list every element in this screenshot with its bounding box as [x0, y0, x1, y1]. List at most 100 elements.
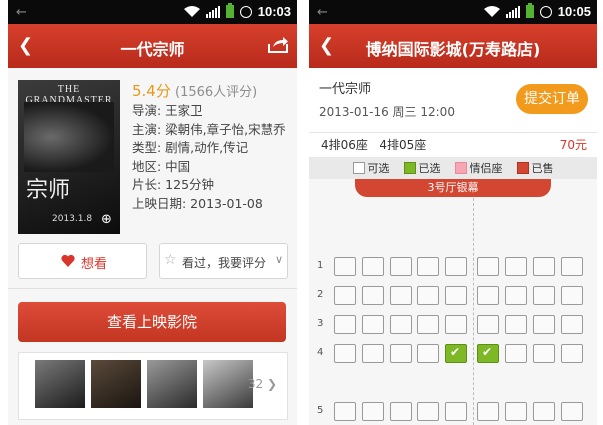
wifi-icon [483, 6, 500, 17]
showtime: 2013-01-16 周三 12:00 [319, 105, 455, 119]
selected-seats: 4排06座 4排05座 [321, 138, 427, 152]
seat[interactable] [334, 257, 356, 276]
seat[interactable] [505, 402, 527, 421]
seat[interactable] [390, 402, 412, 421]
want-to-see-button[interactable]: 想看 [18, 243, 147, 279]
seat[interactable] [417, 286, 439, 305]
rate-label: 看过，我要评分 [182, 256, 267, 270]
seat[interactable] [505, 286, 527, 305]
stills-count[interactable]: 32 ❯ [248, 377, 277, 391]
seat-selection-screen: ← 10:05 ❮ 博纳国际影城(万寿路店) 一代宗师 2013-01-16 周… [309, 0, 597, 425]
seat[interactable] [390, 315, 412, 334]
still-thumbnail[interactable] [147, 360, 197, 408]
seat[interactable] [533, 286, 555, 305]
seat[interactable] [445, 315, 467, 334]
selected-seat-icon [403, 162, 416, 174]
seat[interactable] [390, 286, 412, 305]
seat[interactable] [362, 286, 384, 305]
available-seat-icon [352, 162, 365, 174]
seat[interactable] [477, 344, 499, 363]
seat[interactable] [334, 315, 356, 334]
seat[interactable] [561, 402, 583, 421]
seat[interactable] [561, 257, 583, 276]
status-bar: ← 10:05 [309, 0, 597, 24]
info-runtime: 片长: 125分钟 [132, 177, 215, 192]
aisle-divider [473, 198, 474, 425]
submit-order-button[interactable]: 提交订单 [516, 84, 588, 114]
seat[interactable] [533, 402, 555, 421]
seat[interactable] [445, 257, 467, 276]
movie-poster[interactable]: THE GRANDMASTER 宗师 2013.1.8 ⊕ [18, 80, 120, 234]
page-title: 一代宗师 [120, 40, 185, 59]
seat[interactable] [561, 315, 583, 334]
seat[interactable] [477, 257, 499, 276]
seat[interactable] [505, 257, 527, 276]
info-director: 导演: 王家卫 [132, 103, 203, 118]
battery-icon [225, 3, 234, 18]
poster-figures [24, 102, 114, 172]
back-arrow-icon[interactable]: ← [317, 5, 328, 20]
status-time: 10:05 [557, 4, 591, 19]
seat[interactable] [561, 344, 583, 363]
still-thumbnail[interactable] [91, 360, 141, 408]
couple-seat-icon [454, 162, 467, 174]
seat-legend: 可选 已选 情侣座 已售 [309, 157, 597, 179]
stills-count-number: 32 [247, 377, 264, 391]
share-icon[interactable] [267, 36, 289, 54]
seat[interactable] [417, 402, 439, 421]
seat[interactable] [477, 286, 499, 305]
seat[interactable] [445, 402, 467, 421]
seat[interactable] [533, 344, 555, 363]
still-thumbnail[interactable] [203, 360, 253, 408]
view-cinemas-button[interactable]: 查看上映影院 [18, 302, 286, 342]
signal-icon [505, 5, 520, 18]
movie-info: 导演: 王家卫 主演: 梁朝伟,章子怡,宋慧乔 类型: 剧情,动作,传记 地区:… [132, 102, 286, 213]
seat[interactable] [505, 315, 527, 334]
still-thumbnail[interactable] [35, 360, 85, 408]
seat[interactable] [417, 315, 439, 334]
back-arrow-icon[interactable]: ← [16, 5, 27, 20]
seat[interactable] [445, 286, 467, 305]
row-label: 2 [317, 289, 324, 300]
seat[interactable] [362, 402, 384, 421]
zoom-icon[interactable]: ⊕ [101, 212, 117, 228]
alarm-icon [539, 5, 552, 18]
rating: 5.4分 (1566人评分) [132, 80, 257, 101]
seat[interactable] [533, 257, 555, 276]
cinema-title: 博纳国际影城(万寿路店) [365, 40, 541, 59]
legend-selected: 已选 [418, 162, 441, 175]
wifi-icon [183, 6, 200, 17]
seat[interactable] [477, 315, 499, 334]
status-bar: ← 10:03 [8, 0, 297, 24]
seat[interactable] [334, 344, 356, 363]
status-time: 10:03 [257, 4, 291, 19]
seat[interactable] [533, 315, 555, 334]
sold-seat-icon [516, 162, 529, 174]
seat[interactable] [334, 402, 356, 421]
seat[interactable] [445, 344, 467, 363]
seat[interactable] [417, 344, 439, 363]
battery-icon [525, 3, 534, 18]
seat[interactable] [477, 402, 499, 421]
poster-date: 2013.1.8 [52, 214, 93, 224]
stills-strip[interactable]: 32 ❯ [18, 352, 288, 420]
info-region: 地区: 中国 [132, 158, 191, 174]
chevron-down-icon: ∨ [274, 253, 283, 266]
title-bar: ❮ 博纳国际影城(万寿路店) [309, 24, 597, 68]
divider [8, 288, 297, 289]
seat[interactable] [362, 344, 384, 363]
seat[interactable] [334, 286, 356, 305]
selected-seats-bar: 4排06座 4排05座 70元 [309, 132, 597, 157]
seat[interactable] [362, 315, 384, 334]
total-price: 70元 [559, 138, 587, 152]
seat[interactable] [390, 257, 412, 276]
seat[interactable] [505, 344, 527, 363]
rate-button[interactable]: ☆ 看过，我要评分 ∨ [159, 243, 288, 279]
want-to-see-label: 想看 [81, 257, 108, 272]
poster-calligraphy: 宗师 [26, 178, 71, 203]
seat[interactable] [362, 257, 384, 276]
legend-available: 可选 [367, 162, 390, 175]
seat[interactable] [390, 344, 412, 363]
seat[interactable] [417, 257, 439, 276]
seat[interactable] [561, 286, 583, 305]
